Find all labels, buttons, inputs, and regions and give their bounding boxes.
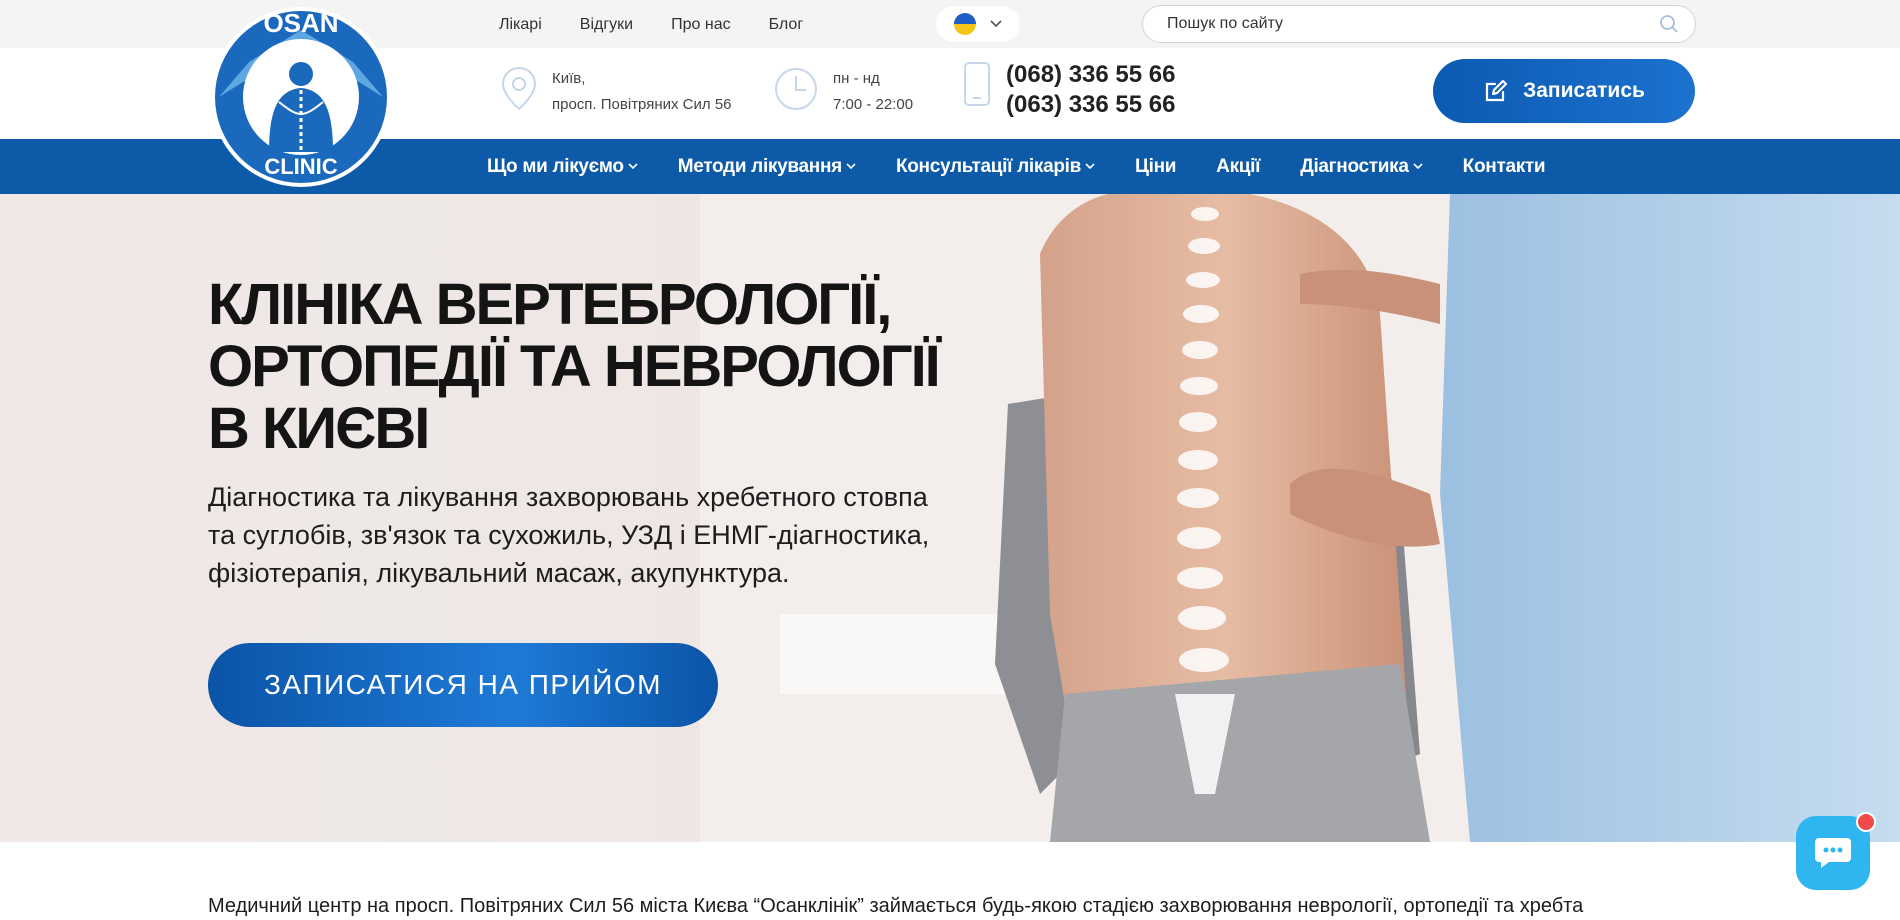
address-street: просп. Повітряних Сил 56 <box>552 96 732 113</box>
phone-icon <box>964 62 990 106</box>
clock-icon <box>775 68 817 110</box>
clinic-logo[interactable]: OSAN CLINIC <box>209 2 393 190</box>
nav-item-consultations[interactable]: Консультації лікарів <box>896 156 1095 178</box>
top-nav: Лікарі Відгуки Про нас Блог <box>499 16 803 34</box>
book-appointment-label: Записатись <box>1523 79 1645 102</box>
top-nav-link-reviews[interactable]: Відгуки <box>580 16 633 34</box>
nav-item-prices[interactable]: Ціни <box>1135 156 1176 178</box>
intro-paragraph: Медичний центр на просп. Повітряних Сил … <box>208 895 1584 917</box>
nav-item-diagnostics[interactable]: Діагностика <box>1300 156 1423 178</box>
top-nav-link-blog[interactable]: Блог <box>769 16 804 34</box>
nav-item-promotions[interactable]: Акції <box>1216 156 1260 178</box>
nav-item-contacts[interactable]: Контакти <box>1463 156 1546 178</box>
chevron-down-icon <box>846 163 856 170</box>
chevron-down-icon <box>990 20 1002 28</box>
logo-text-bottom: CLINIC <box>264 154 337 179</box>
edit-icon <box>1485 79 1508 102</box>
address-block: Київ, просп. Повітряних Сил 56 <box>500 66 732 118</box>
top-nav-link-about[interactable]: Про нас <box>671 16 730 34</box>
search-input[interactable] <box>1167 15 1659 33</box>
ukraine-flag-icon <box>954 13 976 35</box>
language-switcher[interactable] <box>936 6 1020 42</box>
hero-cta-button[interactable]: ЗАПИСАТИСЯ НА ПРИЙОМ <box>208 643 718 727</box>
top-nav-link-doctors[interactable]: Лікарі <box>499 16 542 34</box>
chevron-down-icon <box>1413 163 1423 170</box>
hero-title: КЛІНІКА ВЕРТЕБРОЛОГІЇ, ОРТОПЕДІЇ ТА НЕВР… <box>208 272 941 461</box>
hero-description: Діагностика та лікування захворювань хре… <box>208 482 930 588</box>
chat-notification-badge <box>1856 812 1876 832</box>
address-city: Київ, <box>552 70 586 87</box>
chevron-down-icon <box>628 163 638 170</box>
book-appointment-button[interactable]: Записатись <box>1433 59 1695 123</box>
search-icon[interactable] <box>1659 14 1679 34</box>
phone-number-1[interactable]: (068) 336 55 66 <box>1006 60 1175 90</box>
hero-banner: КЛІНІКА ВЕРТЕБРОЛОГІЇ, ОРТОПЕДІЇ ТА НЕВР… <box>0 194 1900 842</box>
location-pin-icon <box>501 66 537 111</box>
chevron-down-icon <box>1085 163 1095 170</box>
hours-days: пн - нд <box>833 70 880 87</box>
hours-time: 7:00 - 22:00 <box>833 96 914 113</box>
page: Лікарі Відгуки Про нас Блог Київ, просп.… <box>0 0 1900 920</box>
hours-block: пн - нд 7:00 - 22:00 <box>773 66 913 118</box>
nav-item-what-we-treat[interactable]: Що ми лікуємо <box>487 156 638 178</box>
chat-bubble-icon <box>1815 838 1851 868</box>
site-search <box>1142 5 1696 43</box>
nav-item-treatment-methods[interactable]: Методи лікування <box>678 156 856 178</box>
phone-number-2[interactable]: (063) 336 55 66 <box>1006 90 1175 120</box>
phones-block: (068) 336 55 66 (063) 336 55 66 <box>962 60 1175 120</box>
logo-text-top: OSAN <box>263 8 338 38</box>
